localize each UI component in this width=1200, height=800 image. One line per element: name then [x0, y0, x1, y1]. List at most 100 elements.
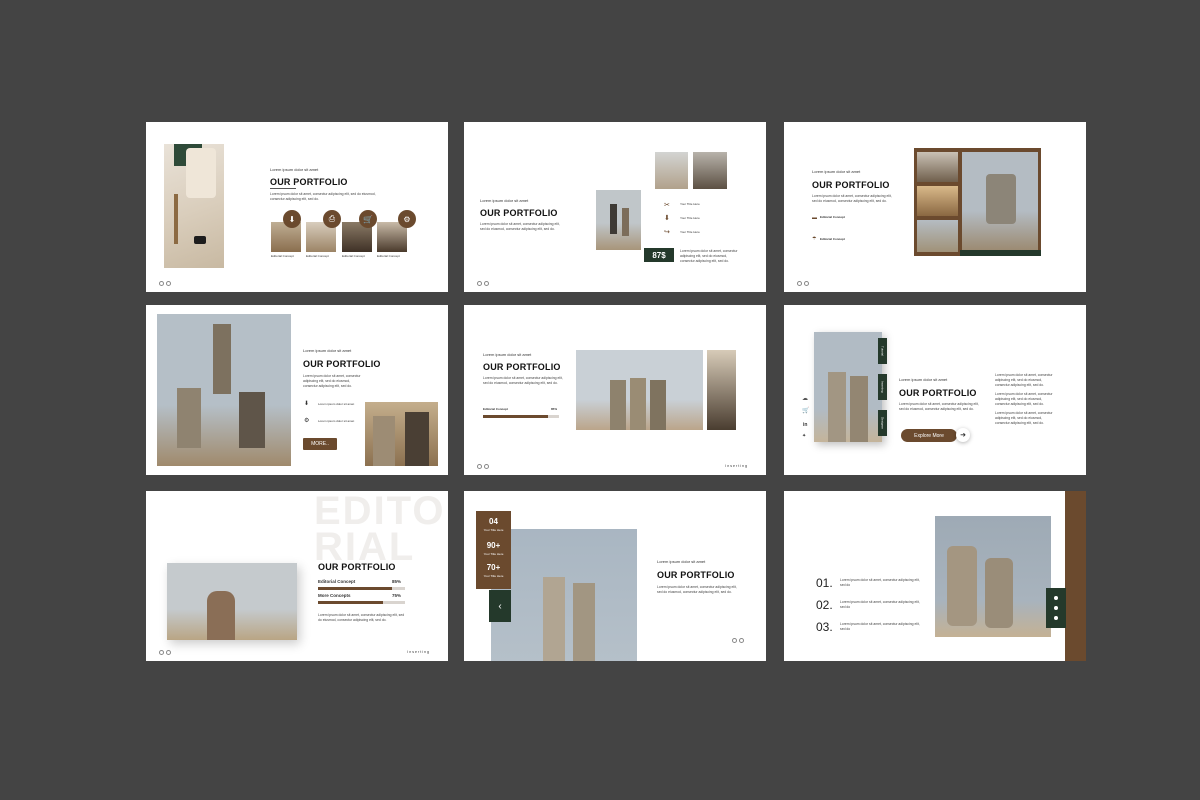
dot-icon — [1054, 616, 1058, 620]
pager[interactable] — [477, 464, 489, 469]
linkedin-icon[interactable]: in — [803, 422, 807, 428]
prev-dot-icon[interactable] — [732, 638, 737, 643]
printer-icon[interactable]: ⎙ — [323, 210, 341, 228]
slide-2[interactable]: Lorem ipsum dolor sit amet OUR PORTFOLIO… — [464, 122, 766, 292]
twitter-icon[interactable]: ✦ — [802, 433, 806, 439]
gears-icon[interactable]: ⚙ — [398, 210, 416, 228]
pager[interactable] — [732, 638, 744, 643]
brand-label: Inserting — [407, 650, 430, 654]
bar-1-track — [318, 587, 405, 590]
slide-6[interactable]: ☁ 🛒 in ✦ Tutorial Inserting Designer Lor… — [784, 305, 1086, 475]
body-text: Lorem ipsum dolor sit amet, consectur ad… — [480, 222, 560, 231]
body-text: Lorem ipsum dolor sit amet, consectur ad… — [303, 374, 361, 388]
more-button[interactable]: MORE.. — [303, 438, 337, 450]
prev-dot-icon[interactable] — [477, 464, 482, 469]
prev-dot-icon[interactable] — [159, 650, 164, 655]
slide-5[interactable]: Lorem ipsum dolor sit amet OUR PORTFOLIO… — [464, 305, 766, 475]
stat-1-label: Your Title Here — [483, 528, 504, 532]
bar-2-track — [318, 601, 405, 604]
item-1-number: 01. — [816, 576, 833, 590]
cart-icon[interactable]: 🛒 — [359, 210, 377, 228]
folder-icon: ▬ — [812, 215, 817, 221]
item-2: Lorem ipsum dolor sit amet — [318, 419, 355, 423]
prev-dot-icon[interactable] — [797, 281, 802, 286]
item-1-text: Lorem ipsum dolor sit amet, consectur ad… — [840, 578, 920, 587]
arrow-right-icon[interactable]: ➜ — [956, 428, 970, 442]
stat-3-value: 70+ — [486, 563, 501, 572]
brand-label: Inserting — [725, 464, 748, 468]
duo-photo-tall — [814, 332, 882, 442]
grid-photo-main — [962, 152, 1038, 250]
explore-more-button[interactable]: Explore More — [901, 429, 957, 442]
slide-4[interactable]: Lorem ipsum dolor sit amet OUR PORTFOLIO… — [146, 305, 448, 475]
tab-inserting[interactable]: Inserting — [878, 374, 887, 400]
item-3-number: 03. — [816, 620, 833, 634]
kicker: Lorem ipsum dolor sit amet — [303, 348, 352, 353]
seated-model-photo — [164, 144, 224, 268]
dot-icon — [1054, 596, 1058, 600]
price-badge: 87$ — [644, 248, 674, 262]
pager[interactable] — [797, 281, 809, 286]
more-menu[interactable] — [1046, 588, 1066, 628]
side-text-1: Lorem ipsum dolor sit amet, consectur ad… — [995, 373, 1053, 387]
slide-title: OUR PORTFOLIO — [812, 180, 890, 190]
kicker: Lorem ipsum dolor sit amet — [657, 559, 706, 564]
pager[interactable] — [159, 281, 171, 286]
slide-title: OUR PORTFOLIO — [480, 208, 558, 218]
slide-title: OUR PORTFOLIO — [657, 570, 735, 580]
slide-1[interactable]: Lorem ipsum dolor sit amet OUR PORTFOLIO… — [146, 122, 448, 292]
standing-duo-photo — [491, 529, 637, 661]
frame-accent — [960, 250, 1041, 256]
chevron-left-icon[interactable]: ‹ — [489, 590, 511, 622]
item-2-title: Editorial Concept — [820, 237, 845, 241]
next-dot-icon[interactable] — [166, 650, 171, 655]
slide-3[interactable]: Lorem ipsum dolor sit amet OUR PORTFOLIO… — [784, 122, 1086, 292]
duo-photo — [365, 402, 438, 466]
scissors-icon: ✂ — [664, 202, 670, 209]
download-icon: ⬇ — [664, 215, 670, 222]
slide-title: OUR PORTFOLIO — [303, 359, 381, 369]
stat-3-label: Your Title Here — [483, 574, 504, 578]
side-text-2: Lorem ipsum dolor sit amet, consectur ad… — [995, 392, 1053, 406]
stat-2-value: 90+ — [486, 541, 501, 550]
progress-label: Editorial Concept — [483, 407, 508, 411]
stat-2-label: Your Title Here — [483, 552, 504, 556]
body-text: Lorem ipsum dolor sit amet, consectur ad… — [270, 192, 376, 201]
tab-tutorial[interactable]: Tutorial — [878, 338, 887, 364]
next-dot-icon[interactable] — [484, 464, 489, 469]
side-text-3: Lorem ipsum dolor sit amet, consectur ad… — [995, 411, 1053, 425]
next-dot-icon[interactable] — [166, 281, 171, 286]
next-dot-icon[interactable] — [804, 281, 809, 286]
kicker: Lorem ipsum dolor sit amet — [480, 198, 529, 203]
cart-icon[interactable]: 🛒 — [802, 407, 809, 414]
tab-designer[interactable]: Designer — [878, 410, 887, 436]
download-icon: ⬇ — [304, 401, 310, 407]
item-1: Lorem ipsum dolor sit amet — [318, 402, 355, 406]
watermark-line-1: EDITO — [314, 491, 446, 533]
body-text: Lorem ipsum dolor sit amet, consectur ad… — [318, 613, 405, 622]
body-text: Lorem ipsum dolor sit amet, consectur ad… — [483, 376, 563, 385]
cloud-icon[interactable]: ☁ — [802, 395, 808, 402]
duo-photo-small-1 — [655, 152, 688, 189]
next-dot-icon[interactable] — [739, 638, 744, 643]
share-icon: ↪ — [664, 229, 670, 236]
slide-title: OUR PORTFOLIO — [483, 362, 561, 372]
pager[interactable] — [159, 650, 171, 655]
seated-duo-photo — [935, 516, 1051, 637]
prev-dot-icon[interactable] — [159, 281, 164, 286]
item-3-text: Lorem ipsum dolor sit amet, consectur ad… — [840, 622, 920, 631]
download-icon[interactable]: ⬇ — [283, 210, 301, 228]
body-text: Lorem ipsum dolor sit amet, consectur ad… — [899, 402, 979, 411]
slide-8[interactable]: 04 Your Title Here 90+ Your Title Here 7… — [464, 491, 766, 661]
caption-1: Editorial Concept — [271, 254, 294, 258]
slide-7[interactable]: EDITO RIAL OUR PORTFOLIO Editorial Conce… — [146, 491, 448, 661]
prev-dot-icon[interactable] — [477, 281, 482, 286]
next-dot-icon[interactable] — [484, 281, 489, 286]
item-1-title: Editorial Concept — [820, 215, 845, 219]
body-text: Lorem ipsum dolor sit amet, consectur ad… — [812, 194, 892, 203]
slide-9[interactable]: 01. Lorem ipsum dolor sit amet, consectu… — [784, 491, 1086, 661]
progress-value: 85% — [551, 407, 558, 411]
pager[interactable] — [477, 281, 489, 286]
progress-track — [483, 415, 559, 418]
lamp-icon: ☂ — [812, 236, 817, 242]
